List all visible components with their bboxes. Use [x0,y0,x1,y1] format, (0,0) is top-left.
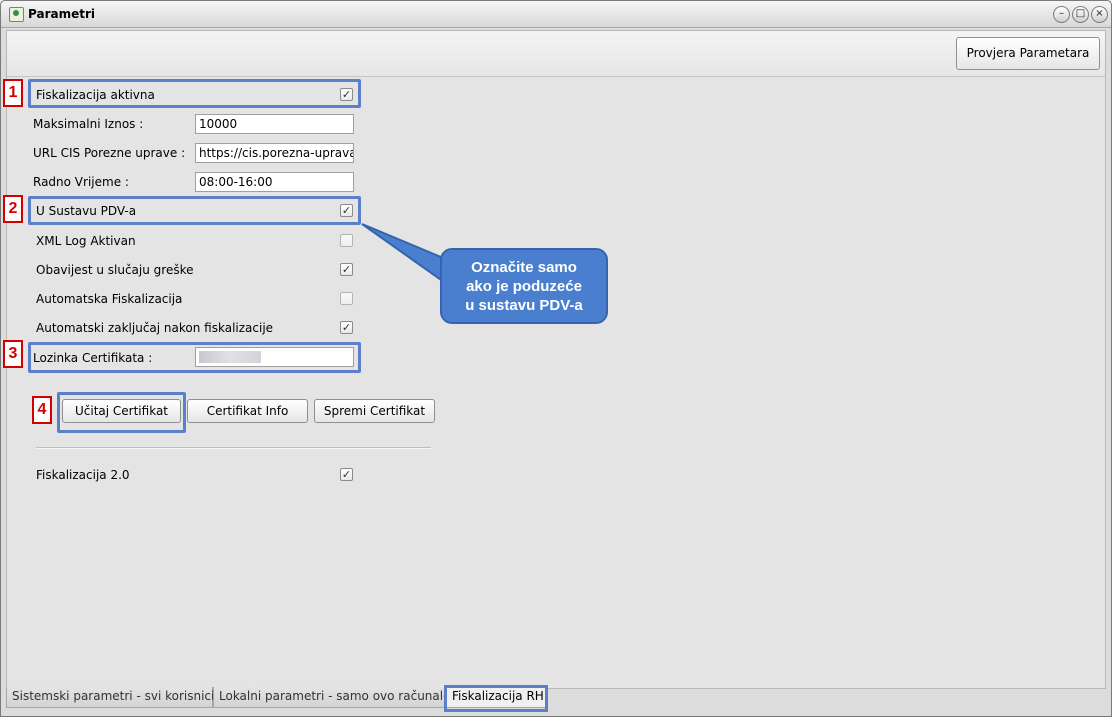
fiscal-settings-panel: Provjera Parametara [6,30,1106,689]
title-bar: Parametri – □ × [1,1,1111,28]
xml-log-checkbox[interactable] [340,234,353,247]
separator [36,447,431,449]
save-certificate-button[interactable]: Spremi Certifikat [314,399,435,423]
error-notice-label: Obavijest u slučaju greške [36,263,194,277]
fiscal-active-checkbox[interactable]: ✓ [340,88,353,101]
callout-line-2: ako je poduzeće [466,278,582,295]
callout-line-3: u sustavu PDV-a [465,297,583,314]
certificate-info-button[interactable]: Certifikat Info [187,399,308,423]
in-vat-checkbox[interactable]: ✓ [340,204,353,217]
marker-3: 3 [3,340,23,368]
marker-2: 2 [3,195,23,223]
minimize-button[interactable]: – [1053,6,1070,23]
fiscal-2-label: Fiskalizacija 2.0 [36,468,130,482]
auto-lock-checkbox[interactable]: ✓ [340,321,353,334]
auto-fiscal-checkbox[interactable] [340,292,353,305]
max-amount-input[interactable]: 10000 [195,114,354,134]
in-vat-label: U Sustavu PDV-a [36,204,137,218]
tab-system-parameters[interactable]: Sistemski parametri - svi korisnici [6,687,214,708]
cert-password-input[interactable] [195,347,354,367]
auto-fiscal-label: Automatska Fiskalizacija [36,292,183,306]
app-icon [9,7,24,22]
work-time-label: Radno Vrijeme : [33,175,129,189]
vat-callout: Označite samo ako je poduzeće u sustavu … [440,248,608,324]
max-amount-label: Maksimalni Iznos : [33,117,144,131]
close-button[interactable]: × [1091,6,1108,23]
fiscal-active-label: Fiskalizacija aktivna [36,88,155,102]
fiscal-2-checkbox[interactable]: ✓ [340,468,353,481]
bottom-tab-bar: Sistemski parametri - svi korisnici Loka… [6,687,1104,709]
check-parameters-button[interactable]: Provjera Parametara [956,37,1100,70]
tab-fiscalization-rh[interactable]: Fiskalizacija RH [446,687,548,708]
cis-url-input[interactable]: https://cis.porezna-uprava. [195,143,354,163]
tab-local-parameters[interactable]: Lokalni parametri - samo ovo računalo [213,687,450,708]
callout-line-1: Označite samo [471,259,577,276]
masked-password [199,351,261,363]
auto-lock-label: Automatski zaključaj nakon fiskalizacije [36,321,274,335]
xml-log-label: XML Log Aktivan [36,234,136,248]
window-title: Parametri [28,7,95,21]
work-time-input[interactable]: 08:00-16:00 [195,172,354,192]
toolbar: Provjera Parametara [7,31,1105,77]
marker-1: 1 [3,79,23,107]
cis-url-label: URL CIS Porezne uprave : [33,146,186,160]
load-certificate-button[interactable]: Učitaj Certifikat [62,399,181,423]
maximize-button[interactable]: □ [1072,6,1089,23]
error-notice-checkbox[interactable]: ✓ [340,263,353,276]
cert-password-label: Lozinka Certifikata : [33,351,153,365]
marker-4: 4 [32,396,52,424]
